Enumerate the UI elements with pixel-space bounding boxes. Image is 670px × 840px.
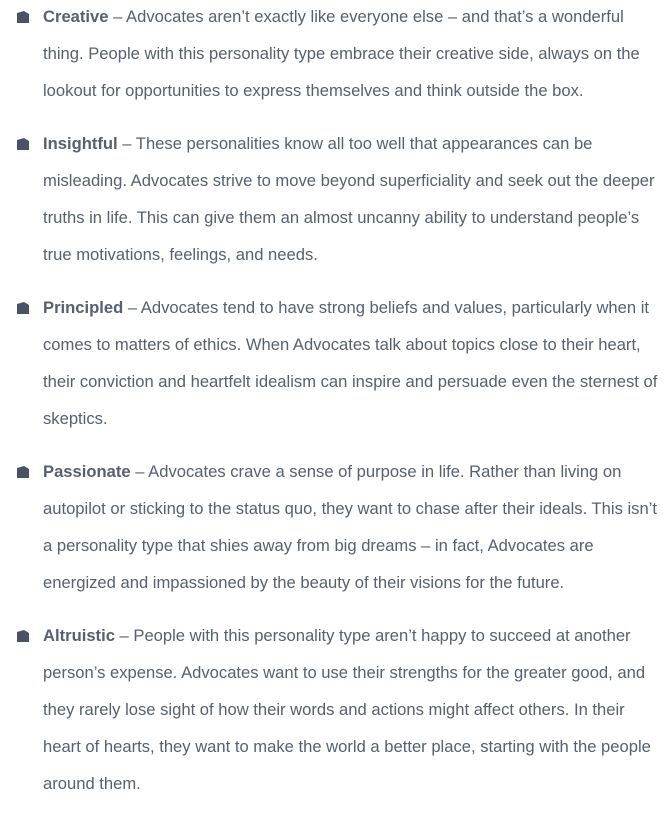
trait-description: – Advocates aren’t exactly like everyone… [43,7,640,100]
trait-description: – People with this personality type aren… [43,626,651,793]
list-item-principled: Principled – Advocates tend to have stro… [0,289,670,437]
trait-term: Insightful [43,134,118,153]
trait-term: Creative [43,7,109,26]
pentagon-bullet-icon [17,630,29,642]
trait-description: – Advocates crave a sense of purpose in … [43,462,657,592]
pentagon-bullet-icon [17,138,29,150]
list-item-insightful: Insightful – These personalities know al… [0,125,670,273]
trait-term: Passionate [43,462,131,481]
trait-list: Creative – Advocates aren’t exactly like… [0,0,670,802]
list-item-creative: Creative – Advocates aren’t exactly like… [0,0,670,109]
list-item-altruistic: Altruistic – People with this personalit… [0,617,670,802]
trait-description: – These personalities know all too well … [43,134,655,264]
trait-term: Altruistic [43,626,115,645]
trait-description: – Advocates tend to have strong beliefs … [43,298,658,428]
trait-term: Principled [43,298,124,317]
pentagon-bullet-icon [17,302,29,314]
pentagon-bullet-icon [17,11,29,23]
pentagon-bullet-icon [17,466,29,478]
list-item-passionate: Passionate – Advocates crave a sense of … [0,453,670,601]
